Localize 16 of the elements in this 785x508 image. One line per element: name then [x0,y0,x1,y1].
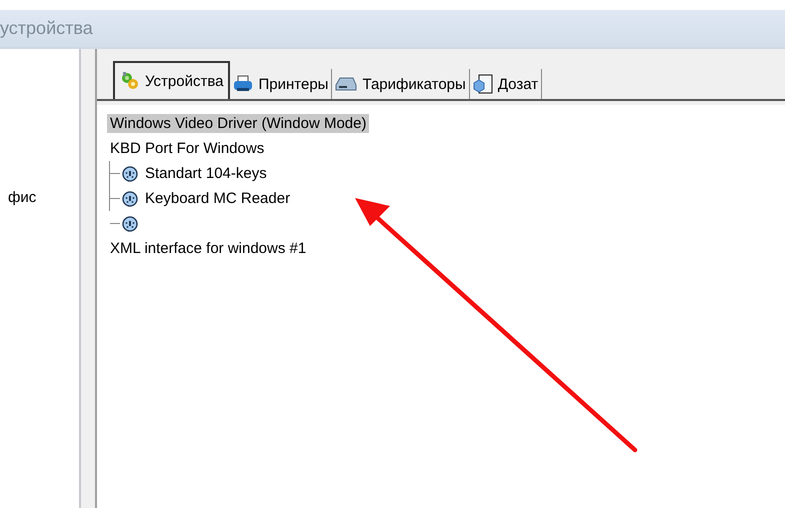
tree-item[interactable]: KBD Port For Windows [107,139,268,158]
window-title: устройства [0,18,93,39]
printer-icon [233,75,254,93]
splitter-bar[interactable] [81,49,97,508]
tree-item[interactable]: Windows Video Driver (Window Mode) [107,114,370,133]
drive-icon [335,76,358,92]
tree-item[interactable]: Standart 104-keys [142,164,270,183]
gears-icon [120,72,140,90]
tree-item[interactable]: Keyboard MC Reader [142,189,294,208]
device-icon [122,190,138,206]
device-icon [122,166,138,182]
device-icon [122,216,138,232]
sidebar-item[interactable]: фис [0,189,36,206]
document-cube-icon [472,74,493,94]
tab[interactable]: Устройства [113,61,230,99]
tree-item[interactable]: XML interface for windows #1 [107,239,310,258]
